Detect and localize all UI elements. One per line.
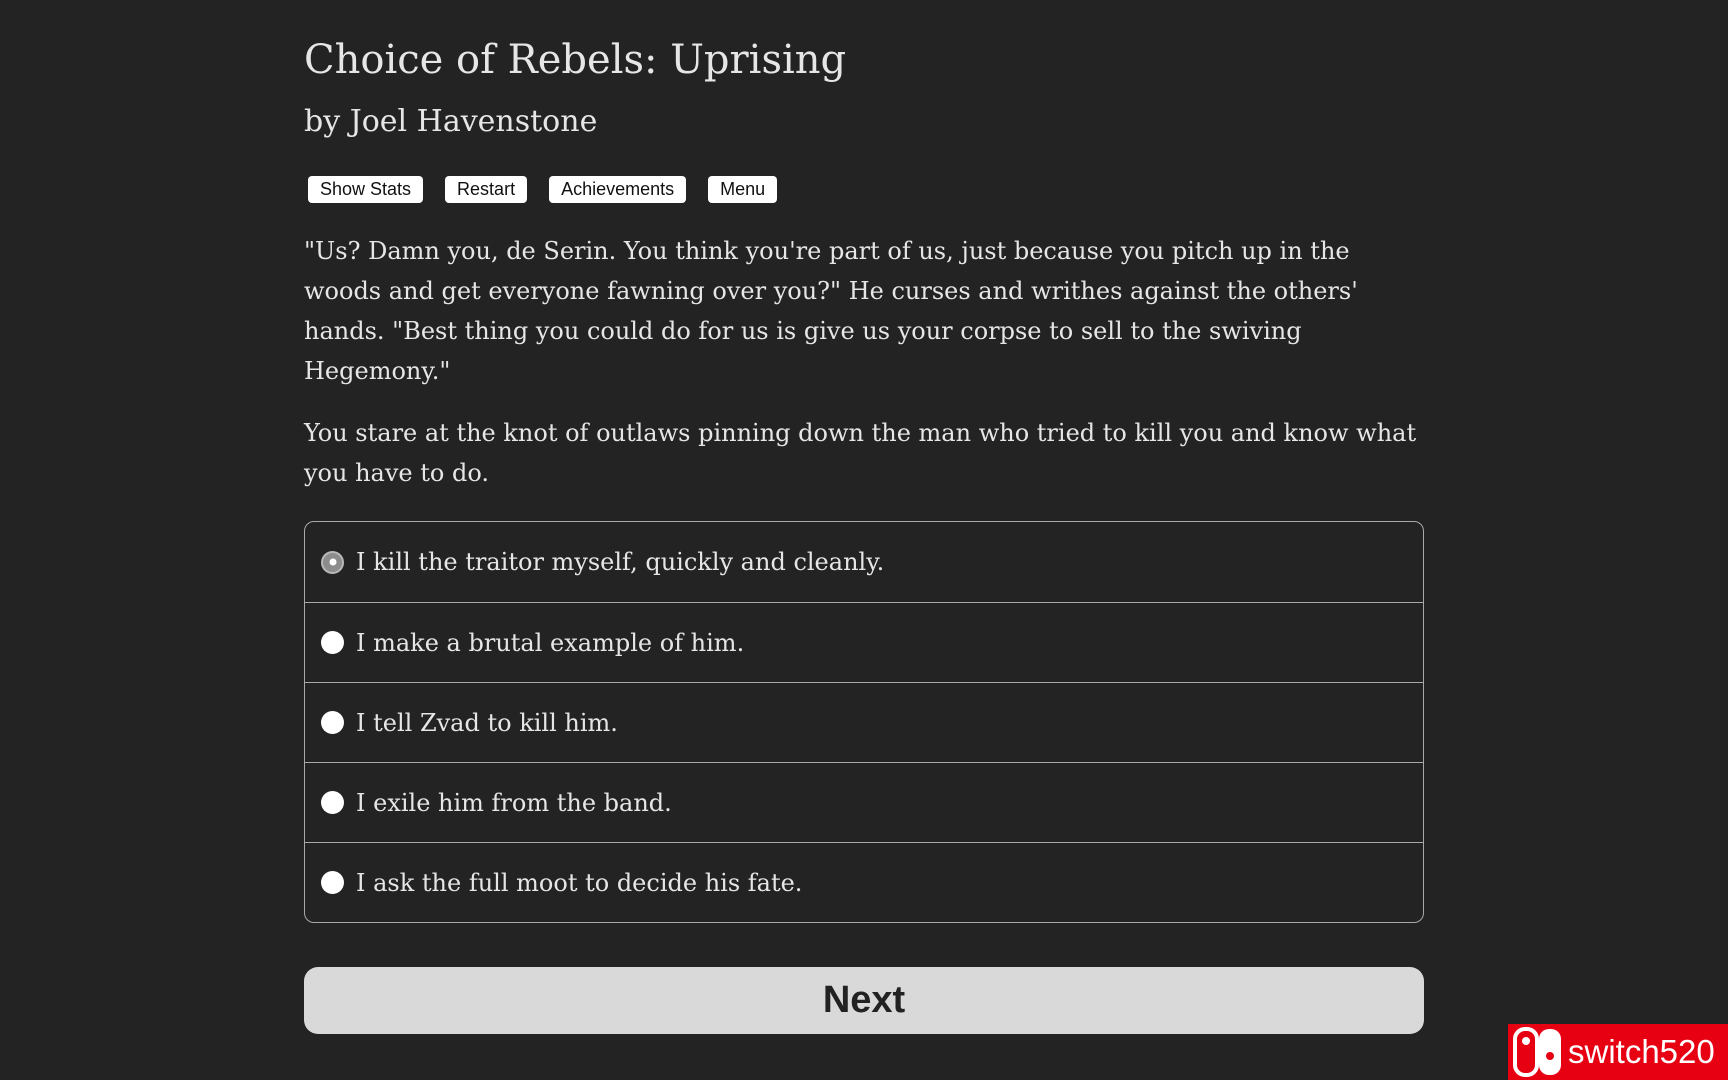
story-paragraph: "Us? Damn you, de Serin. You think you'r…: [304, 237, 1358, 385]
radio-icon[interactable]: [321, 791, 344, 814]
switch-console-icon: [1512, 1026, 1564, 1078]
choice-option-3[interactable]: I tell Zvad to kill him.: [305, 682, 1423, 762]
choice-option-1[interactable]: I kill the traitor myself, quickly and c…: [305, 522, 1423, 602]
radio-icon[interactable]: [321, 631, 344, 654]
story-paragraph: You stare at the knot of outlaws pinning…: [304, 419, 1417, 487]
next-button[interactable]: Next: [304, 967, 1424, 1034]
menu-button[interactable]: Menu: [708, 176, 778, 203]
game-title: Choice of Rebels: Uprising: [304, 37, 847, 83]
watermark-text: switch520: [1568, 1033, 1715, 1070]
game-author: by Joel Havenstone: [304, 104, 598, 139]
radio-icon[interactable]: [321, 871, 344, 894]
radio-selected-icon[interactable]: [321, 550, 344, 574]
choice-list: I kill the traitor myself, quickly and c…: [304, 521, 1424, 923]
restart-button[interactable]: Restart: [445, 176, 528, 203]
toolbar: Show Stats Restart Achievements Menu: [304, 176, 1424, 203]
choice-option-5[interactable]: I ask the full moot to decide his fate.: [305, 842, 1423, 922]
story-text: "Us? Damn you, de Serin. You think you'r…: [304, 231, 1424, 493]
show-stats-button[interactable]: Show Stats: [308, 176, 424, 203]
choice-option-4[interactable]: I exile him from the band.: [305, 762, 1423, 842]
radio-icon[interactable]: [321, 711, 344, 734]
achievements-button[interactable]: Achievements: [549, 176, 687, 203]
choice-label: I tell Zvad to kill him.: [356, 708, 618, 737]
choice-label: I ask the full moot to decide his fate.: [356, 868, 803, 897]
watermark: switch520: [1508, 1024, 1728, 1080]
choice-option-2[interactable]: I make a brutal example of him.: [305, 602, 1423, 682]
game-page: Choice of Rebels: Uprising by Joel Haven…: [304, 24, 1424, 1034]
choice-label: I exile him from the band.: [356, 788, 672, 817]
choice-label: I kill the traitor myself, quickly and c…: [356, 548, 885, 576]
choice-label: I make a brutal example of him.: [356, 628, 745, 657]
